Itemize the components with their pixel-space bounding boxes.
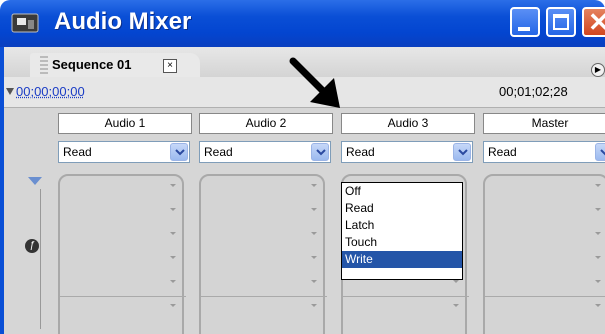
channel-label: Audio 2	[199, 113, 333, 134]
chevron-down-icon[interactable]	[453, 143, 471, 161]
minimize-icon	[518, 27, 530, 31]
channel-audio-1: Audio 1 Read	[58, 107, 192, 334]
dropdown-option-read[interactable]: Read	[342, 200, 462, 217]
dropdown-option-touch[interactable]: Touch	[342, 234, 462, 251]
dropdown-option-latch[interactable]: Latch	[342, 217, 462, 234]
channel-label: Audio 1	[58, 113, 192, 134]
window-title: Audio Mixer	[54, 8, 192, 35]
channel-controls-box	[58, 174, 186, 334]
automation-mode-select[interactable]: Read	[341, 141, 473, 163]
automation-mode-value: Read	[204, 145, 233, 159]
chevron-down-icon[interactable]	[595, 143, 605, 161]
chevron-down-icon[interactable]	[311, 143, 329, 161]
automation-mode-value: Read	[346, 145, 375, 159]
automation-mode-select[interactable]: Read	[199, 141, 331, 163]
tab-close-icon[interactable]: ×	[163, 59, 177, 73]
channel-master: Master Read	[483, 107, 605, 334]
automation-mode-select[interactable]: Read	[58, 141, 190, 163]
panel-menu-icon[interactable]: ▶	[591, 63, 605, 77]
tab-label: Sequence 01	[52, 57, 132, 72]
dropdown-option-off[interactable]: Off	[342, 183, 462, 200]
minimize-button[interactable]	[510, 7, 540, 37]
close-icon: ✕	[588, 7, 605, 37]
chevron-down-icon[interactable]	[170, 143, 188, 161]
channel-controls-box	[199, 174, 327, 334]
automation-mode-select[interactable]: Read	[483, 141, 605, 163]
channel-label: Audio 3	[341, 113, 475, 134]
title-bar[interactable]: Audio Mixer ✕	[0, 0, 605, 47]
channel-strips: ƒ Audio 1 Read Audio 2 Read Audio 3 Read…	[4, 107, 605, 334]
tab-sequence[interactable]: Sequence 01 ×	[30, 53, 200, 77]
maximize-icon	[553, 14, 569, 30]
automation-mode-dropdown: Off Read Latch Touch Write	[341, 182, 463, 280]
left-guide-line	[40, 189, 41, 329]
audio-mixer-window: Audio Mixer ✕ Sequence 01 × ▶ 00;00;00;0…	[0, 0, 605, 334]
collapse-triangle-icon[interactable]	[6, 88, 14, 95]
current-time-display[interactable]: 00;00;00;00	[16, 84, 85, 99]
channel-controls-box	[483, 174, 605, 334]
channel-audio-2: Audio 2 Read	[199, 107, 333, 334]
channel-label: Master	[483, 113, 605, 134]
show-hide-effects-icon[interactable]	[28, 177, 42, 185]
automation-mode-value: Read	[488, 145, 517, 159]
automation-mode-value: Read	[63, 145, 92, 159]
effects-icon[interactable]: ƒ	[25, 239, 39, 253]
close-window-button[interactable]: ✕	[582, 7, 605, 37]
dropdown-option-write[interactable]: Write	[342, 251, 462, 268]
tab-grip[interactable]	[40, 56, 48, 76]
duration-display: 00;01;02;28	[499, 84, 568, 99]
maximize-button[interactable]	[546, 7, 576, 37]
app-icon	[11, 13, 39, 33]
annotation-arrow-icon	[289, 57, 340, 108]
